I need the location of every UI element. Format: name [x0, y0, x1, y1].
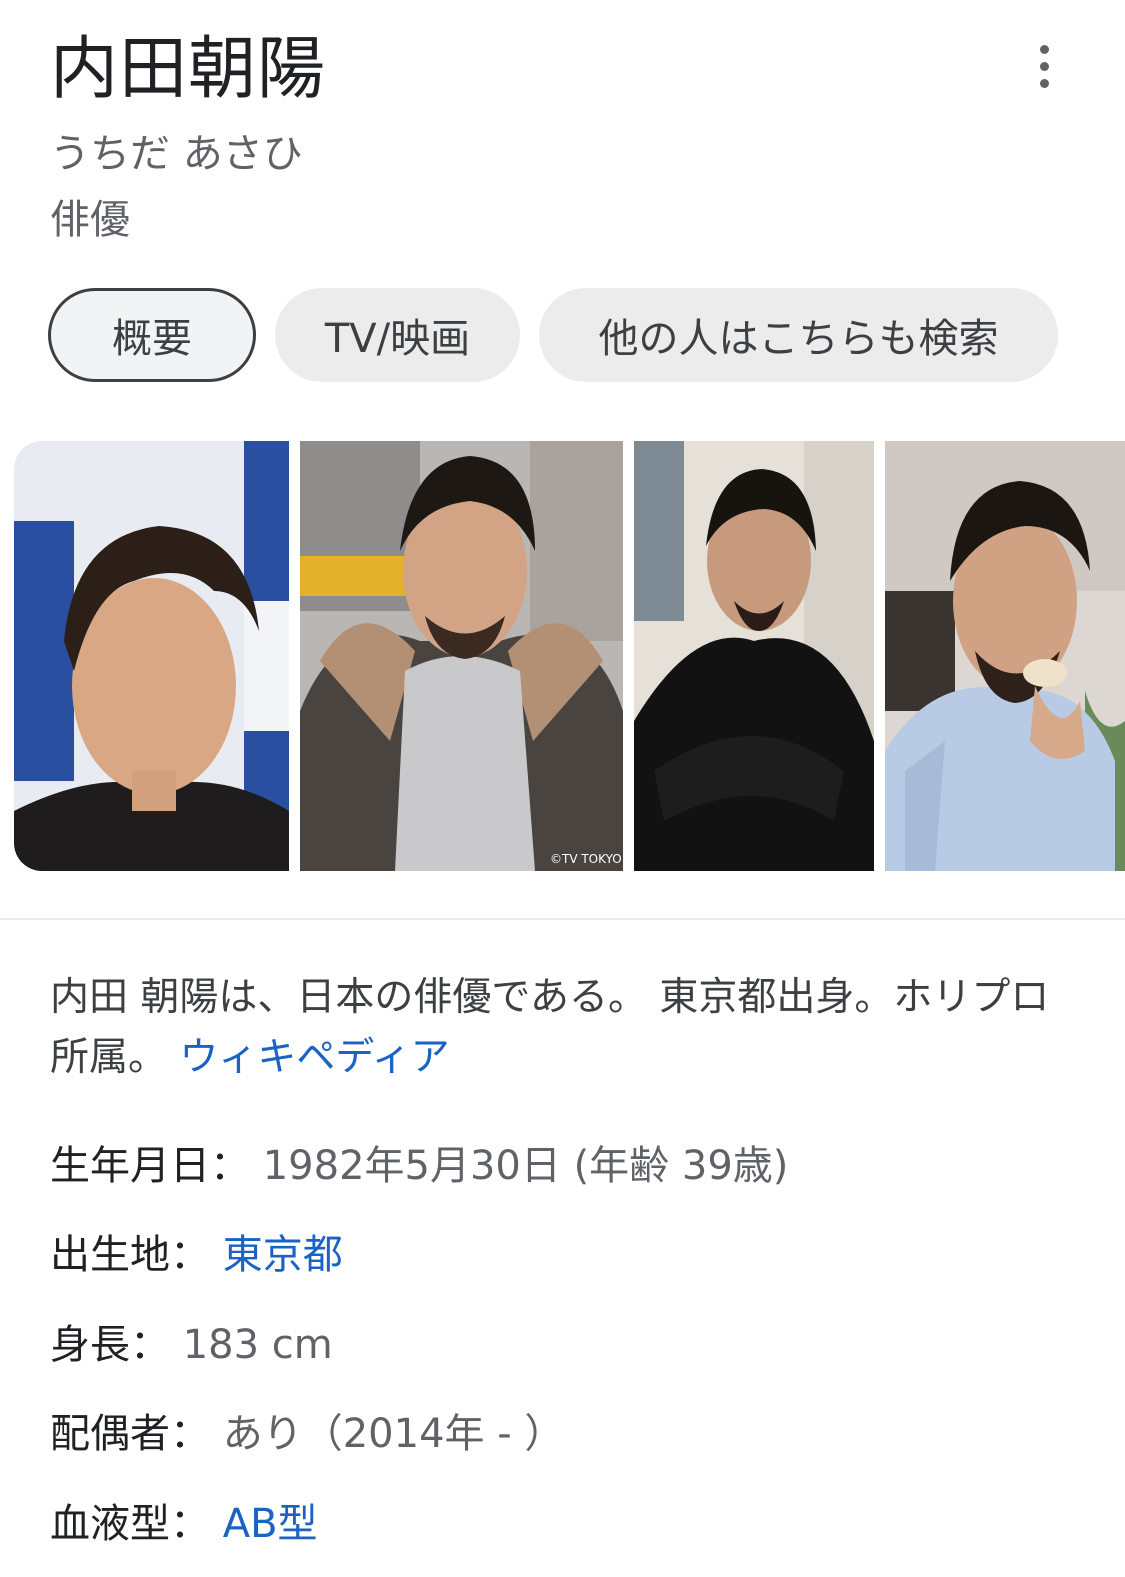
fact-key: 配偶者: [50, 1411, 170, 1457]
fact-separator: ：: [210, 1143, 263, 1189]
fact-value-link[interactable]: 東京都: [223, 1232, 343, 1278]
fact-separator: ：: [130, 1322, 183, 1368]
person-photo-1[interactable]: [14, 441, 289, 871]
entity-description: 内田 朝陽は、日本の俳優である。 東京都出身。ホリプロ所属。 ウィキペディア: [50, 968, 1050, 1088]
tab-tv-movies[interactable]: TV/映画: [275, 288, 520, 382]
fact-key: 血液型: [50, 1501, 170, 1547]
dot: [1039, 61, 1049, 71]
entity-occupation: 俳優: [50, 197, 130, 243]
person-photo-2[interactable]: ©TV TOKYO: [300, 441, 623, 871]
image-carousel: ©TV TOKYO: [0, 441, 1125, 871]
tab-overview[interactable]: 概要: [48, 288, 256, 382]
fact-value: あり（2014年 - ）: [222, 1411, 565, 1457]
photo-watermark: ©TV TOKYO: [550, 852, 622, 866]
person-photo-3[interactable]: [634, 441, 874, 871]
dot: [1039, 78, 1049, 88]
fact-spouse: 配偶者： あり（2014年 - ）: [50, 1406, 564, 1462]
fact-value: 183 cm: [182, 1322, 333, 1368]
fact-key: 身長: [50, 1322, 130, 1368]
person-photo-4[interactable]: [885, 441, 1125, 871]
wikipedia-link[interactable]: ウィキペディア: [179, 1035, 449, 1080]
fact-value: 1982年5月30日 (年齢 39歳): [262, 1143, 789, 1189]
entity-title: 内田朝陽: [50, 30, 327, 109]
panel-tabs: 概要 TV/映画 他の人はこちらも検索: [0, 288, 1125, 384]
fact-separator: ：: [170, 1411, 223, 1457]
fact-separator: ：: [170, 1501, 223, 1547]
fact-birthplace: 出生地： 東京都: [50, 1227, 343, 1283]
fact-blood-type: 血液型： AB型: [50, 1496, 318, 1552]
fact-key: 出生地: [50, 1232, 170, 1278]
fact-height: 身長： 183 cm: [50, 1317, 333, 1373]
fact-key: 生年月日: [50, 1143, 210, 1189]
more-options-icon[interactable]: [1018, 40, 1070, 92]
dot: [1039, 44, 1049, 54]
tab-people-also-search[interactable]: 他の人はこちらも検索: [539, 288, 1058, 382]
fact-value-link[interactable]: AB型: [223, 1501, 318, 1547]
fact-birth-date: 生年月日： 1982年5月30日 (年齢 39歳): [50, 1138, 788, 1194]
entity-reading: うちだ あさひ: [50, 131, 303, 177]
section-divider: [0, 918, 1125, 920]
fact-separator: ：: [170, 1232, 223, 1278]
